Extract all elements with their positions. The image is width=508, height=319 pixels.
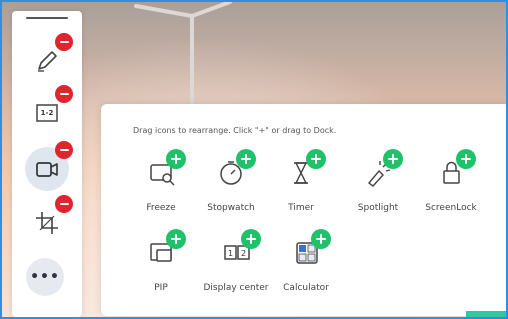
wind-turbine-image — [134, 2, 232, 104]
tool-label: Freeze — [146, 203, 176, 213]
add-calculator-badge[interactable] — [311, 229, 331, 249]
tools-panel: Drag icons to rearrange. Click "+" or dr… — [101, 104, 506, 316]
remove-screen-record-badge[interactable] — [55, 141, 73, 159]
dock-item-screen-record[interactable] — [25, 141, 73, 191]
tool-label: Timer — [288, 203, 314, 213]
add-freeze-badge[interactable] — [166, 149, 186, 169]
svg-text:1: 1 — [228, 249, 233, 258]
dock-item-crop[interactable] — [25, 195, 73, 245]
add-pip-badge[interactable] — [166, 229, 186, 249]
add-display-center-badge[interactable] — [241, 229, 261, 249]
remove-pen-badge[interactable] — [55, 33, 73, 51]
add-timer-badge[interactable] — [306, 149, 326, 169]
tool-spotlight[interactable]: Spotlight — [343, 149, 413, 221]
remove-crop-badge[interactable] — [55, 195, 73, 213]
tool-label: Stopwatch — [207, 203, 255, 213]
tool-calculator[interactable]: Calculator — [271, 229, 341, 301]
dock-item-number-tool[interactable]: 1-2 — [25, 85, 73, 135]
tool-label: PIP — [154, 283, 168, 293]
add-screenlock-badge[interactable] — [456, 149, 476, 169]
tool-stopwatch[interactable]: Stopwatch — [196, 149, 266, 221]
add-spotlight-badge[interactable] — [383, 149, 403, 169]
more-button[interactable]: ••• — [26, 258, 64, 296]
crop-icon — [36, 212, 58, 234]
screen-frame: 1-2 ••• Drag icons to rearrange. Click "… — [0, 0, 508, 319]
remove-number-tool-badge[interactable] — [55, 85, 73, 103]
dock-item-pen[interactable] — [25, 33, 73, 83]
tool-freeze[interactable]: Freeze — [126, 149, 196, 221]
tool-label: Display center — [203, 283, 269, 293]
camera-icon — [36, 162, 58, 177]
dock-handle[interactable] — [26, 17, 68, 19]
tool-pip[interactable]: PIP — [126, 229, 196, 301]
tool-label: Spotlight — [357, 203, 399, 213]
pen-icon — [38, 51, 57, 72]
rearrange-hint: Drag icons to rearrange. Click "+" or dr… — [133, 126, 337, 135]
add-stopwatch-badge[interactable] — [236, 149, 256, 169]
tool-display-center[interactable]: 1 2 Display center — [201, 229, 271, 301]
number-tool-text: 1-2 — [40, 109, 54, 117]
tool-screenlock[interactable]: ScreenLock — [416, 149, 486, 221]
tool-label: ScreenLock — [425, 203, 477, 213]
tool-label: Calculator — [283, 283, 329, 293]
svg-text:2: 2 — [241, 249, 246, 258]
background-accent-strip — [466, 311, 506, 317]
tool-timer[interactable]: Timer — [266, 149, 336, 221]
dock: 1-2 ••• — [12, 11, 82, 317]
